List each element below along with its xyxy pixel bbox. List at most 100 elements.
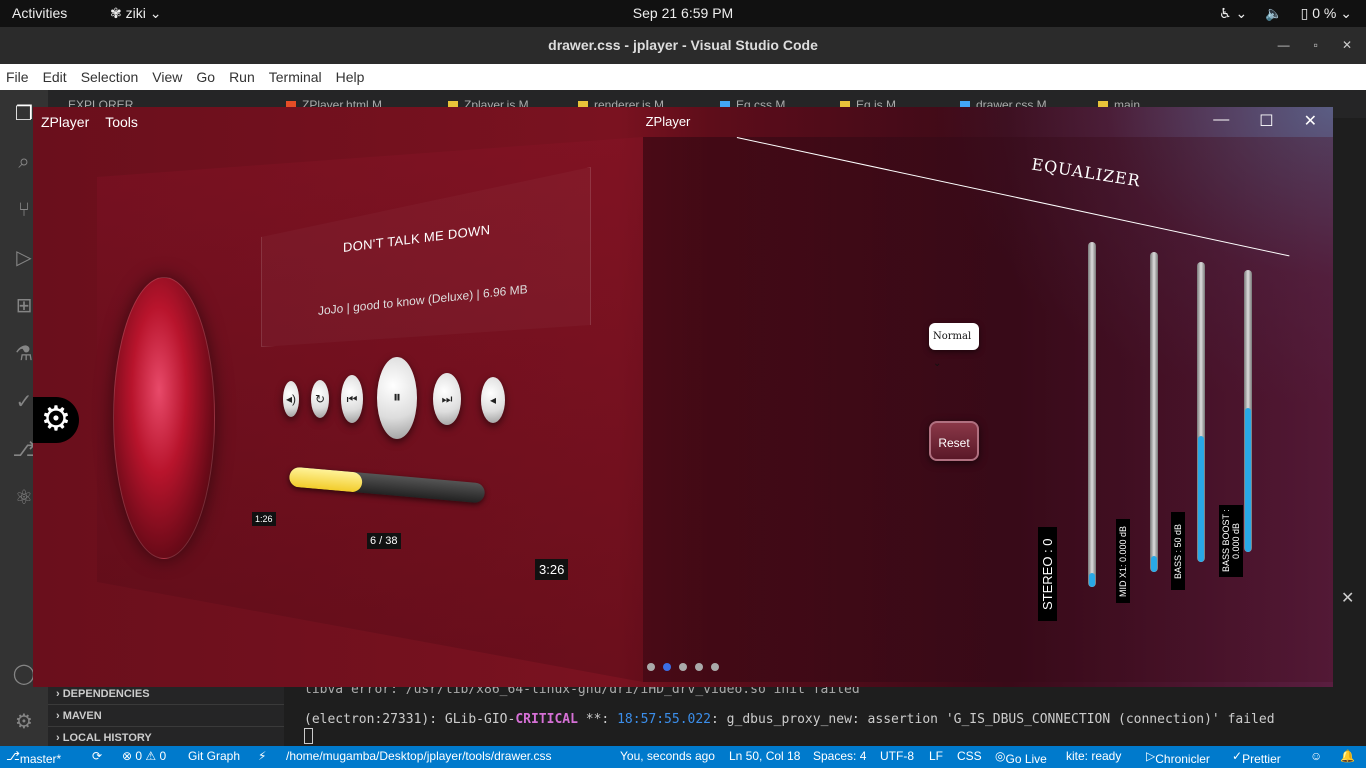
carousel-dot[interactable]	[711, 663, 719, 671]
sync-icon[interactable]: ⟳	[92, 749, 102, 763]
encoding[interactable]: UTF-8	[880, 749, 914, 763]
eq-label-bass: BASS : 50 dB	[1171, 512, 1185, 590]
kite-status[interactable]: kite: ready	[1066, 749, 1121, 763]
prettier-label: Prettier	[1242, 752, 1281, 766]
settings-gear-icon[interactable]: ⚙	[10, 708, 38, 736]
file-path[interactable]: /home/mugamba/Desktop/jplayer/tools/draw…	[286, 749, 551, 763]
vscode-titlebar: drawer.css - jplayer - Visual Studio Cod…	[0, 27, 1366, 64]
feedback-icon[interactable]: ☺	[1310, 749, 1322, 763]
section-label: DEPENDENCIES	[62, 688, 150, 700]
gnome-top-bar: Activities ✾ ziki ⌄ Sep 21 6:59 PM ♿ ⌄ 🔈…	[0, 0, 1366, 27]
lightning-icon[interactable]: ⚡	[258, 749, 266, 763]
menu-run[interactable]: Run	[229, 69, 255, 85]
terminal-cursor	[304, 728, 313, 744]
language-mode[interactable]: CSS	[957, 749, 982, 763]
system-tray[interactable]: ♿ ⌄ 🔈 ▯ 0 % ⌄	[1219, 5, 1352, 22]
editor-right-edge: ✕	[1333, 118, 1366, 688]
section-maven[interactable]: › MAVEN	[48, 704, 284, 726]
repeat-button[interactable]: ↻	[311, 380, 329, 418]
menu-file[interactable]: File	[6, 69, 29, 85]
menu-terminal[interactable]: Terminal	[269, 69, 322, 85]
close-button[interactable]: ✕	[1304, 111, 1317, 131]
carousel-dot[interactable]	[647, 663, 655, 671]
terminal-text: (electron:27331): GLib-GIO-	[304, 712, 516, 727]
repeat-icon: ↻	[314, 392, 326, 406]
clock[interactable]: Sep 21 6:59 PM	[0, 5, 1366, 21]
next-button[interactable]: ⏭	[433, 373, 461, 425]
volume-icon[interactable]: 🔈	[1265, 5, 1282, 22]
minimize-button[interactable]: —	[1213, 111, 1229, 131]
branch-label: master*	[19, 752, 62, 766]
go-live-button[interactable]: ◎ Go Live	[995, 749, 1047, 766]
window-controls: — ▫ ✕	[1278, 27, 1352, 64]
eq-slider-mid[interactable]	[1150, 252, 1158, 572]
reset-button[interactable]: Reset	[929, 421, 979, 461]
menu-edit[interactable]: Edit	[43, 69, 67, 85]
terminal-text: : g_dbus_proxy_new: assertion 'G_IS_DBUS…	[711, 712, 1275, 727]
line-ending[interactable]: LF	[929, 749, 943, 763]
carousel-dot[interactable]	[695, 663, 703, 671]
zplayer-window: ZPlayer Tools ZPlayer — ☐ ✕ DON'T TALK M…	[33, 107, 1333, 687]
volume-button[interactable]: ◂)	[283, 381, 299, 417]
equalizer-panel	[643, 137, 1333, 682]
terminal-panel[interactable]: libva error: /usr/lib/x86_64-linux-gnu/d…	[284, 682, 1366, 746]
battery-indicator[interactable]: ▯ 0 % ⌄	[1301, 5, 1352, 22]
eq-label-bass-boost: BASS BOOST : 0.000 dB	[1219, 505, 1243, 577]
git-blame[interactable]: You, seconds ago	[620, 749, 715, 763]
menu-selection[interactable]: Selection	[81, 69, 139, 85]
notifications-icon[interactable]: 🔔	[1340, 749, 1355, 763]
menu-bar: File Edit Selection View Go Run Terminal…	[0, 64, 1366, 90]
previous-button[interactable]: ⏮	[341, 375, 363, 423]
problems-indicator[interactable]: ⊗ 0 ⚠ 0	[122, 749, 166, 763]
time-elapsed: 1:26	[252, 512, 276, 526]
preset-select[interactable]: Normal ⌄	[929, 323, 979, 369]
next-icon: ⏭	[441, 392, 453, 406]
carousel-dot[interactable]	[663, 663, 671, 671]
chronicler-label: Chronicler	[1155, 752, 1210, 766]
battery-label: 0 %	[1312, 5, 1337, 21]
eq-slider-bass[interactable]	[1197, 262, 1205, 562]
maximize-button[interactable]: ☐	[1259, 111, 1273, 131]
volume-icon: ◂)	[285, 392, 297, 406]
section-local-history[interactable]: › LOCAL HISTORY	[48, 726, 284, 748]
terminal-line: (electron:27331): GLib-GIO-CRITICAL **: …	[304, 712, 1275, 727]
eq-slider-bass-boost[interactable]	[1244, 270, 1252, 552]
window-title: drawer.css - jplayer - Visual Studio Cod…	[548, 37, 818, 53]
status-bar: ⎇ master* ⟳ ⊗ 0 ⚠ 0 Git Graph ⚡ /home/mu…	[0, 746, 1366, 768]
pause-icon: ⏸	[392, 389, 401, 406]
zplayer-window-controls: — ☐ ✕	[1213, 111, 1317, 131]
menu-help[interactable]: Help	[336, 69, 365, 85]
carousel-dot[interactable]	[679, 663, 687, 671]
accessibility-icon[interactable]: ♿ ⌄	[1219, 5, 1247, 22]
eq-slider-fill	[1151, 556, 1157, 572]
eq-label-stereo: STEREO : 0	[1038, 527, 1057, 621]
menu-view[interactable]: View	[152, 69, 182, 85]
shuffle-icon: ◂	[489, 393, 497, 407]
eq-slider-stereo[interactable]	[1088, 242, 1096, 587]
section-label: MAVEN	[62, 710, 102, 722]
album-art	[113, 277, 215, 559]
play-pause-button[interactable]: ⏸	[377, 357, 417, 439]
branch-indicator[interactable]: ⎇ master*	[6, 749, 61, 766]
chronicler-button[interactable]: ▷ Chronicler	[1146, 749, 1210, 766]
settings-gear-icon[interactable]: ⚙	[33, 397, 79, 443]
prettier-button[interactable]: ✓ Prettier	[1232, 749, 1281, 766]
chevron-down-icon: ⌄	[933, 358, 942, 369]
git-graph-button[interactable]: Git Graph	[188, 749, 240, 763]
menu-go[interactable]: Go	[196, 69, 215, 85]
go-live-label: Go Live	[1005, 752, 1047, 766]
shuffle-button[interactable]: ◂	[481, 377, 505, 423]
eq-slider-fill	[1198, 436, 1204, 562]
restore-button[interactable]: ▫	[1314, 27, 1318, 64]
cursor-position[interactable]: Ln 50, Col 18	[729, 749, 800, 763]
time-total: 3:26	[535, 559, 569, 580]
zplayer-titlebar: ZPlayer Tools ZPlayer — ☐ ✕	[33, 107, 1333, 137]
minimize-button[interactable]: —	[1278, 27, 1290, 64]
eq-label-mid: MID X1: 0.000 dB	[1116, 519, 1130, 603]
close-button[interactable]: ✕	[1342, 27, 1352, 64]
indentation[interactable]: Spaces: 4	[813, 749, 866, 763]
zplayer-title: ZPlayer	[645, 114, 691, 129]
terminal-text: **:	[577, 712, 618, 727]
preset-value: Normal	[933, 331, 972, 342]
close-panel-icon[interactable]: ✕	[1341, 588, 1354, 608]
